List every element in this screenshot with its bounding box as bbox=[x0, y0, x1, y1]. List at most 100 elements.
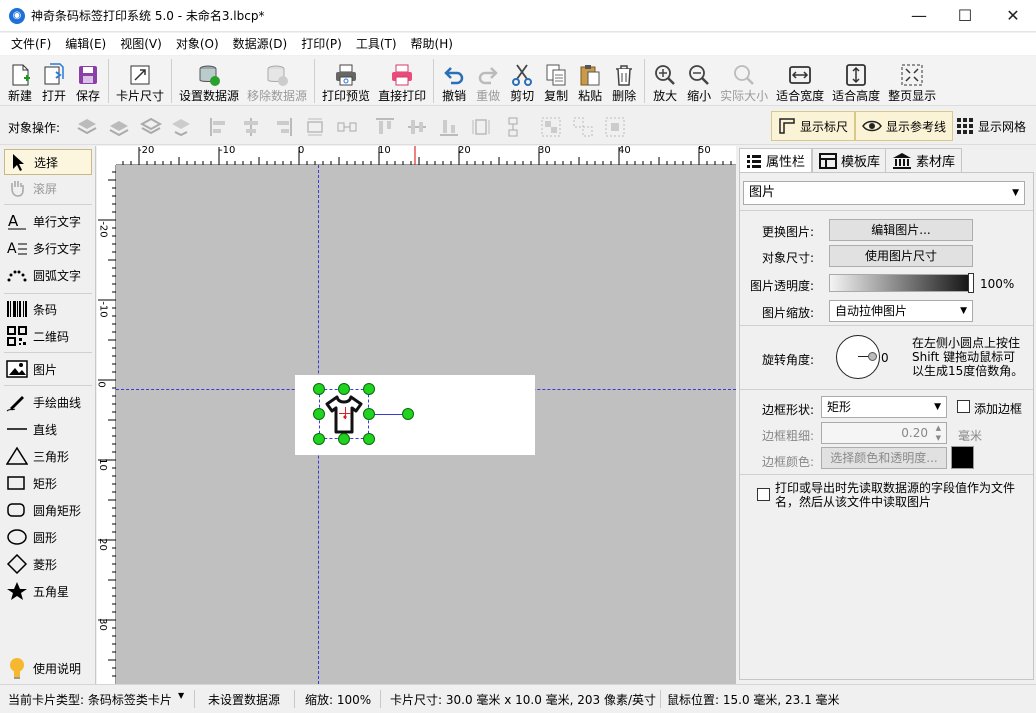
resize-handle-bottom[interactable] bbox=[338, 433, 350, 445]
tool-barcode[interactable]: 条码 bbox=[4, 296, 92, 322]
opacity-slider-thumb[interactable] bbox=[968, 273, 974, 293]
resize-handle-bottom-left[interactable] bbox=[313, 433, 325, 445]
image-scale-select[interactable]: 自动拉伸图片 ▼ bbox=[829, 300, 973, 322]
border-shape-select[interactable]: 矩形 ▼ bbox=[821, 396, 947, 418]
show-grid-toggle[interactable]: 显示网格 bbox=[950, 111, 1032, 141]
zoom-out-button[interactable]: 缩小 bbox=[682, 56, 716, 106]
redo-button[interactable]: 重做 bbox=[471, 56, 505, 106]
border-color-swatch[interactable] bbox=[951, 446, 974, 469]
edit-image-button[interactable]: 编辑图片... bbox=[829, 219, 973, 241]
menu-view[interactable]: 视图(V) bbox=[113, 33, 169, 55]
tool-scroll[interactable]: 滚屏 bbox=[4, 175, 92, 201]
tool-qrcode[interactable]: 二维码 bbox=[4, 323, 92, 349]
tool-triangle[interactable]: 三角形 bbox=[4, 443, 92, 469]
tab-materials[interactable]: 素材库 bbox=[885, 148, 963, 172]
menu-edit[interactable]: 编辑(E) bbox=[58, 33, 113, 55]
paste-button[interactable]: 粘贴 bbox=[573, 56, 607, 106]
tshirt-image-object[interactable] bbox=[325, 393, 363, 435]
rotation-dial-knob[interactable] bbox=[868, 352, 877, 361]
menu-object[interactable]: 对象(O) bbox=[169, 33, 226, 55]
align-left-icon[interactable] bbox=[208, 116, 230, 138]
cut-button[interactable]: 剪切 bbox=[505, 56, 539, 106]
help-button[interactable]: 使用说明 bbox=[4, 655, 92, 681]
read-filename-checkbox[interactable] bbox=[757, 488, 770, 501]
border-width-spinner[interactable]: 0.20 ▲ ▼ bbox=[821, 422, 947, 444]
vertical-ruler[interactable]: -20 -10 0 10 20 30 bbox=[96, 146, 116, 684]
copy-button[interactable]: 复制 bbox=[539, 56, 573, 106]
horizontal-ruler[interactable]: -20 -10 0 10 20 30 40 50 bbox=[97, 145, 736, 165]
tool-arc-text[interactable]: 圆弧文字 bbox=[4, 262, 92, 288]
zoom-in-icon bbox=[652, 62, 678, 88]
divider bbox=[740, 325, 1033, 326]
tool-star[interactable]: 五角星 bbox=[4, 578, 92, 604]
card-size-button[interactable]: 卡片尺寸 bbox=[112, 56, 168, 106]
align-bottom-icon[interactable] bbox=[438, 116, 460, 138]
print-preview-button[interactable]: 打印预览 bbox=[318, 56, 374, 106]
ungroup-icon[interactable] bbox=[572, 116, 594, 138]
tool-select[interactable]: 选择 bbox=[4, 149, 92, 175]
menu-tools[interactable]: 工具(T) bbox=[349, 33, 404, 55]
align-top-icon[interactable] bbox=[374, 116, 396, 138]
direct-print-button[interactable]: 直接打印 bbox=[374, 56, 430, 106]
lock-position-icon[interactable] bbox=[604, 116, 626, 138]
tool-freehand[interactable]: 手绘曲线 bbox=[4, 389, 92, 415]
object-type-select[interactable]: 图片 ▼ bbox=[743, 181, 1025, 205]
tab-templates[interactable]: 模板库 bbox=[812, 148, 888, 172]
tool-single-line-text[interactable]: A 单行文字 bbox=[4, 208, 92, 234]
fit-page-button[interactable]: 整页显示 bbox=[884, 56, 940, 106]
use-image-size-button[interactable]: 使用图片尺寸 bbox=[829, 245, 973, 267]
distribute-horizontal-icon[interactable] bbox=[304, 116, 326, 138]
menu-print[interactable]: 打印(P) bbox=[294, 33, 349, 55]
send-back-icon[interactable] bbox=[170, 116, 192, 138]
maximize-button[interactable]: ☐ bbox=[942, 0, 988, 32]
send-backward-icon[interactable] bbox=[139, 116, 163, 138]
tool-ellipse[interactable]: 圆形 bbox=[4, 524, 92, 550]
save-button[interactable]: 保存 bbox=[71, 56, 105, 106]
zoom-in-button[interactable]: 放大 bbox=[648, 56, 682, 106]
tab-properties[interactable]: 属性栏 bbox=[739, 148, 813, 172]
fit-height-button[interactable]: 适合高度 bbox=[828, 56, 884, 106]
resize-handle-bottom-right[interactable] bbox=[363, 433, 375, 445]
menu-help[interactable]: 帮助(H) bbox=[404, 33, 460, 55]
resize-handle-right[interactable] bbox=[363, 408, 375, 420]
show-guides-toggle[interactable]: 显示参考线 bbox=[855, 111, 954, 141]
resize-handle-top[interactable] bbox=[338, 383, 350, 395]
distribute-vertical-icon[interactable] bbox=[336, 116, 358, 138]
tool-diamond[interactable]: 菱形 bbox=[4, 551, 92, 577]
chevron-down-icon[interactable]: ▼ bbox=[178, 691, 184, 700]
menu-file[interactable]: 文件(F) bbox=[4, 33, 58, 55]
show-ruler-toggle[interactable]: 显示标尺 bbox=[771, 111, 856, 141]
tool-rectangle[interactable]: 矩形 bbox=[4, 470, 92, 496]
rotation-handle[interactable] bbox=[402, 408, 414, 420]
opacity-slider[interactable] bbox=[829, 274, 973, 292]
tool-multi-line-text[interactable]: A 多行文字 bbox=[4, 235, 92, 261]
same-width-icon[interactable] bbox=[470, 116, 492, 138]
border-color-button[interactable]: 选择颜色和透明度... bbox=[821, 447, 947, 469]
set-datasource-button[interactable]: 设置数据源 bbox=[175, 56, 243, 106]
resize-handle-left[interactable] bbox=[313, 408, 325, 420]
minimize-button[interactable]: — bbox=[896, 0, 942, 32]
new-button[interactable]: 新建 bbox=[3, 56, 37, 106]
remove-datasource-button[interactable]: 移除数据源 bbox=[243, 56, 311, 106]
group-icon[interactable] bbox=[540, 116, 562, 138]
resize-handle-top-left[interactable] bbox=[313, 383, 325, 395]
menu-datasource[interactable]: 数据源(D) bbox=[226, 33, 295, 55]
align-right-icon[interactable] bbox=[272, 116, 294, 138]
tool-image[interactable]: 图片 bbox=[4, 356, 92, 382]
open-button[interactable]: 打开 bbox=[37, 56, 71, 106]
actual-size-button[interactable]: 实际大小 bbox=[716, 56, 772, 106]
bring-forward-icon[interactable] bbox=[108, 116, 130, 138]
delete-button[interactable]: 删除 bbox=[607, 56, 641, 106]
tool-line[interactable]: 直线 bbox=[4, 416, 92, 442]
fit-width-button[interactable]: 适合宽度 bbox=[772, 56, 828, 106]
close-button[interactable]: ✕ bbox=[990, 0, 1036, 32]
align-middle-icon[interactable] bbox=[406, 116, 428, 138]
card-type-status[interactable]: 当前卡片类型: 条码标签类卡片 bbox=[8, 691, 172, 708]
bring-front-icon[interactable] bbox=[76, 116, 98, 138]
tool-rounded-rectangle[interactable]: 圆角矩形 bbox=[4, 497, 92, 523]
resize-handle-top-right[interactable] bbox=[363, 383, 375, 395]
same-height-icon[interactable] bbox=[502, 116, 524, 138]
align-center-icon[interactable] bbox=[240, 116, 262, 138]
add-border-checkbox[interactable] bbox=[957, 400, 970, 413]
undo-button[interactable]: 撤销 bbox=[437, 56, 471, 106]
